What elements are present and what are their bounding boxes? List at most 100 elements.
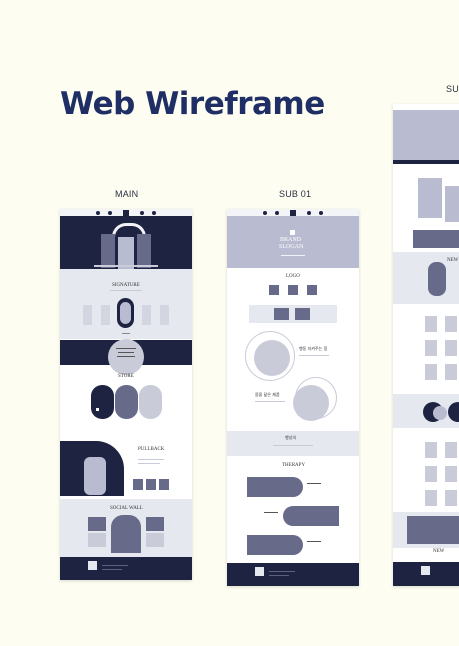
sub02-grid-tile[interactable]	[445, 364, 457, 380]
sub02-grid-tile[interactable]	[445, 340, 457, 356]
sub02-banner	[413, 230, 459, 248]
main-signature-card	[83, 305, 92, 325]
main-footer-text	[102, 569, 122, 570]
sub01-logo-box	[288, 285, 298, 295]
main-store-item[interactable]	[139, 385, 162, 419]
main-pullback-text	[138, 459, 164, 460]
main-signature-caption	[122, 333, 130, 334]
sub02-grid-tile[interactable]	[445, 316, 457, 332]
main-social-tile[interactable]	[88, 533, 106, 547]
main-banner-circle	[108, 339, 144, 375]
sub02-footer-logo	[421, 566, 430, 575]
sub01-therapy-card[interactable]	[247, 535, 303, 555]
main-nav-dot	[96, 211, 100, 215]
sub01-therapy-text	[307, 483, 321, 484]
main-social-tile[interactable]	[146, 517, 164, 531]
main-signature-card	[101, 305, 110, 325]
sub02-image	[418, 178, 442, 218]
main-social-feature[interactable]	[111, 515, 141, 553]
main-signature-featured-inner	[120, 302, 131, 324]
main-signature-underline	[110, 290, 142, 291]
main-wireframe[interactable]: SIGNATURE STORE PULLBACK SOCIAL WALL	[60, 209, 192, 580]
sub01-nav-dot	[263, 211, 267, 215]
sub01-story-text-1: 행동 지켜주는 힘	[299, 346, 328, 351]
sub01-label: SUB 01	[279, 189, 312, 199]
sub01-info-box	[274, 308, 289, 320]
sub02-grid-tile[interactable]	[425, 340, 437, 356]
main-social-tile[interactable]	[146, 533, 164, 547]
sub02-label: SUB	[446, 84, 459, 94]
sub01-story-line	[255, 401, 285, 402]
sub01-nav-dot	[319, 211, 323, 215]
main-pullback-thumb[interactable]	[133, 479, 143, 490]
main-label: MAIN	[115, 189, 139, 199]
main-pullback-title: PULLBACK	[138, 447, 165, 452]
page-title: Web Wireframe	[60, 86, 325, 122]
sub01-logo-title: LOGO	[286, 274, 300, 279]
main-social-title: SOCIAL WALL	[110, 506, 143, 511]
sub01-story-text-2: 몸을 닮은 제품	[255, 392, 280, 397]
sub01-hero-sub	[281, 255, 305, 256]
main-signature-card	[142, 305, 151, 325]
sub01-info-box	[295, 308, 310, 320]
sub01-band-line	[273, 445, 313, 446]
main-social-tile[interactable]	[88, 517, 106, 531]
main-hero-panel	[137, 234, 151, 268]
sub02-grid-tile[interactable]	[425, 316, 437, 332]
main-nav-dot	[140, 211, 144, 215]
sub01-footer-logo	[255, 567, 264, 576]
main-pullback-text	[138, 463, 160, 464]
main-hero-base	[94, 265, 158, 267]
main-pullback-thumb[interactable]	[146, 479, 156, 490]
sub02-new-title-2: NEW	[433, 549, 445, 554]
sub01-logo-box	[307, 285, 317, 295]
sub02-new-image	[428, 262, 446, 296]
sub01-footer-text	[269, 575, 289, 576]
sub01-wireframe[interactable]: BRAND SLOGAN LOGO 행동 지켜주는 힘 몸을 닮은 제품 행성의…	[227, 209, 359, 586]
sub02-circle	[433, 406, 447, 420]
sub02-hero	[393, 110, 459, 160]
main-store-item[interactable]	[115, 385, 138, 419]
sub02-grid-tile[interactable]	[425, 490, 437, 506]
main-store-item[interactable]	[91, 385, 114, 419]
sub02-grid-tile[interactable]	[445, 442, 457, 458]
sub02-nav-bar	[393, 160, 459, 164]
sub02-grid-tile[interactable]	[445, 490, 457, 506]
sub01-hero-line1: BRAND	[280, 237, 302, 243]
main-hero-panel	[101, 234, 115, 268]
main-nav-dot	[108, 211, 112, 215]
main-footer-text	[102, 565, 128, 566]
main-signature-card	[160, 305, 169, 325]
sub02-new-title: NEW	[447, 258, 459, 263]
main-banner-text	[117, 356, 135, 357]
main-pullback-image	[84, 457, 106, 495]
sub02-grid-tile[interactable]	[425, 466, 437, 482]
main-nav-logo	[123, 210, 129, 216]
sub01-therapy-card[interactable]	[283, 506, 339, 526]
main-banner-text	[118, 352, 134, 353]
main-store-swatch	[96, 408, 99, 411]
main-pullback-thumb[interactable]	[159, 479, 169, 490]
sub01-info-band	[249, 305, 337, 323]
main-footer-logo	[88, 561, 97, 570]
sub01-therapy-text	[307, 541, 321, 542]
sub02-image	[445, 186, 459, 222]
main-signature-title: SIGNATURE	[112, 283, 140, 288]
sub02-grid-tile[interactable]	[445, 466, 457, 482]
sub02-grid-tile[interactable]	[425, 442, 437, 458]
sub01-story-line	[299, 355, 329, 356]
sub02-wireframe[interactable]: NEW NEW	[393, 104, 459, 586]
sub01-therapy-card[interactable]	[247, 477, 303, 497]
sub01-nav-dot	[307, 211, 311, 215]
sub01-story-image	[254, 340, 290, 376]
sub01-hero-icon	[290, 230, 295, 235]
sub01-logo-box	[269, 285, 279, 295]
sub01-footer-text	[269, 571, 295, 572]
sub02-bottom-image	[407, 516, 459, 544]
sub01-story-image	[293, 385, 329, 421]
main-footer	[60, 557, 192, 580]
sub01-therapy-text	[264, 512, 278, 513]
sub02-grid-tile[interactable]	[425, 364, 437, 380]
main-nav-dot	[152, 211, 156, 215]
sub01-therapy-title: THERAPY	[282, 463, 306, 468]
